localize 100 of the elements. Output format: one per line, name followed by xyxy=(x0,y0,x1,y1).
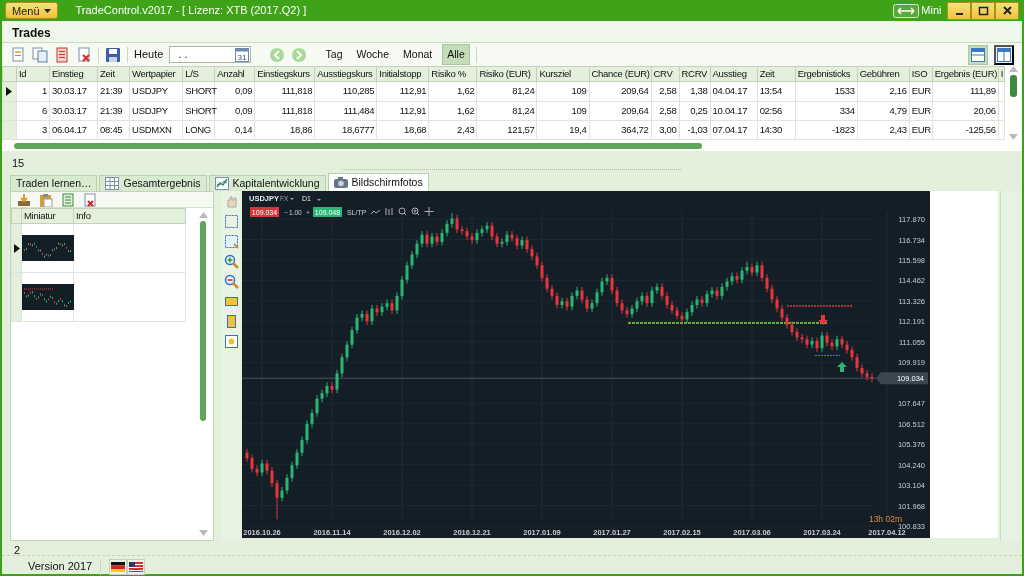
flag-icon xyxy=(129,561,144,572)
column-header[interactable]: Risiko (EUR) xyxy=(476,66,537,82)
table-cell: 1 xyxy=(16,81,50,101)
column-header[interactable]: Anzahl xyxy=(214,66,255,82)
table-cell: 111,484 xyxy=(314,101,377,121)
column-header[interactable]: Zeit xyxy=(757,66,796,82)
calendar-icon[interactable]: 31 xyxy=(235,47,250,62)
fit-width-icon[interactable] xyxy=(223,294,239,309)
tab[interactable]: Kapitalentwicklung xyxy=(208,175,326,191)
row-pointer-icon xyxy=(14,243,20,253)
minimize-button[interactable] xyxy=(947,1,971,20)
table-cell: 109 xyxy=(536,101,589,121)
tab[interactable]: Bildschirmfotos xyxy=(327,173,429,191)
close-button[interactable] xyxy=(995,1,1019,20)
candlestick xyxy=(805,335,809,349)
candlestick xyxy=(850,345,854,362)
caret-icon[interactable] xyxy=(317,199,321,201)
candlestick xyxy=(265,459,269,475)
zoom-area-icon[interactable] xyxy=(223,234,239,249)
caret-icon xyxy=(43,8,51,13)
column-header[interactable]: Chance (EUR) xyxy=(589,66,652,82)
column-header[interactable]: Ausstiegskurs xyxy=(314,66,377,82)
zoom-out-icon[interactable] xyxy=(398,207,407,216)
scrollbar-thumb[interactable] xyxy=(14,142,702,149)
column-header[interactable]: Zeit xyxy=(97,66,130,82)
zoom-in-icon[interactable] xyxy=(223,254,239,269)
table-cell: 111,89 xyxy=(932,81,999,101)
column-header[interactable]: L/S xyxy=(182,66,215,82)
period-tab[interactable]: Alle xyxy=(442,43,470,66)
column-header[interactable]: Ergebnisticks xyxy=(795,66,858,82)
move-icon[interactable] xyxy=(424,206,434,217)
camera-icon xyxy=(333,177,348,188)
section-title: Trades xyxy=(2,21,1022,43)
select-rectangle-icon[interactable] xyxy=(223,214,239,229)
column-header[interactable]: ISO xyxy=(909,66,933,82)
caret-icon[interactable] xyxy=(290,198,294,200)
candlestick xyxy=(670,300,674,315)
period-tab[interactable]: Monat xyxy=(399,44,437,65)
date-field[interactable]: . . 31 xyxy=(169,46,252,63)
language-button[interactable] xyxy=(127,558,146,575)
table-cell: 21:39 xyxy=(97,81,130,101)
fit-page-icon[interactable] xyxy=(223,334,239,349)
chart-thumbnail[interactable] xyxy=(22,235,74,262)
column-header[interactable]: Risiko % xyxy=(428,66,477,82)
candlestick xyxy=(660,282,664,300)
tab[interactable]: Gesamtergebnis xyxy=(99,175,207,191)
candlestick xyxy=(750,263,754,277)
column-header[interactable]: Einstieg xyxy=(49,66,98,82)
column-header[interactable]: Ergebnis (EUR) xyxy=(932,66,999,82)
resize-icon[interactable] xyxy=(892,3,919,18)
candlestick xyxy=(475,228,479,245)
menu-button[interactable]: Menü xyxy=(5,2,58,19)
period-tab[interactable]: Tag xyxy=(321,44,347,65)
column-header[interactable]: Ausstieg xyxy=(710,66,758,82)
candlestick xyxy=(345,340,349,362)
copy-icon[interactable] xyxy=(32,46,48,63)
column-header[interactable]: Kursziel xyxy=(536,66,589,82)
new-document-icon[interactable] xyxy=(10,46,26,63)
import-icon[interactable] xyxy=(17,192,31,207)
candlestick xyxy=(320,389,324,403)
column-header[interactable]: Wertpapier xyxy=(129,66,183,82)
column-header[interactable]: RCRV xyxy=(679,66,711,82)
scrollbar-thumb[interactable] xyxy=(200,221,206,421)
candlestick xyxy=(290,461,294,482)
column-header[interactable]: I xyxy=(998,66,1005,82)
row-header[interactable] xyxy=(2,81,17,101)
splitter-handle[interactable] xyxy=(342,168,682,171)
column-header[interactable]: Initialstopp xyxy=(376,66,429,82)
line-chart-icon[interactable] xyxy=(370,209,381,215)
column-header[interactable]: Einstiegskurs xyxy=(254,66,315,82)
chart-thumbnail[interactable] xyxy=(22,284,74,311)
delete-document-icon[interactable] xyxy=(83,192,97,207)
language-button[interactable] xyxy=(109,558,128,575)
candlestick xyxy=(560,297,564,310)
tab[interactable]: Traden lernen… xyxy=(10,175,98,191)
paste-icon[interactable] xyxy=(39,192,53,207)
delete-document-icon[interactable] xyxy=(76,46,92,63)
candles-icon[interactable] xyxy=(385,207,393,216)
row-header[interactable] xyxy=(11,223,22,273)
candlestick xyxy=(550,284,554,300)
scrollbar-thumb[interactable] xyxy=(1009,75,1017,97)
flag-icon xyxy=(111,561,126,572)
column-header[interactable]: Gebühren xyxy=(857,66,910,82)
candlestick xyxy=(640,291,644,306)
properties-icon[interactable] xyxy=(54,46,70,63)
column-header[interactable]: CRV xyxy=(651,66,680,82)
period-tab[interactable]: Woche xyxy=(352,44,394,65)
save-icon[interactable] xyxy=(105,46,121,63)
table-cell: 02:56 xyxy=(757,101,796,121)
layout-button[interactable] xyxy=(994,44,1014,65)
zoom-out-icon[interactable] xyxy=(223,274,239,289)
candlestick xyxy=(435,232,439,246)
maximize-icon xyxy=(977,5,989,16)
column-header[interactable]: Miniatur xyxy=(21,208,74,224)
candlestick xyxy=(690,300,694,317)
column-header[interactable]: Info xyxy=(73,208,186,224)
column-header[interactable]: Id xyxy=(16,66,50,82)
maximize-button[interactable] xyxy=(971,1,995,20)
candlestick xyxy=(280,486,284,502)
zoom-in-icon[interactable] xyxy=(411,207,420,216)
